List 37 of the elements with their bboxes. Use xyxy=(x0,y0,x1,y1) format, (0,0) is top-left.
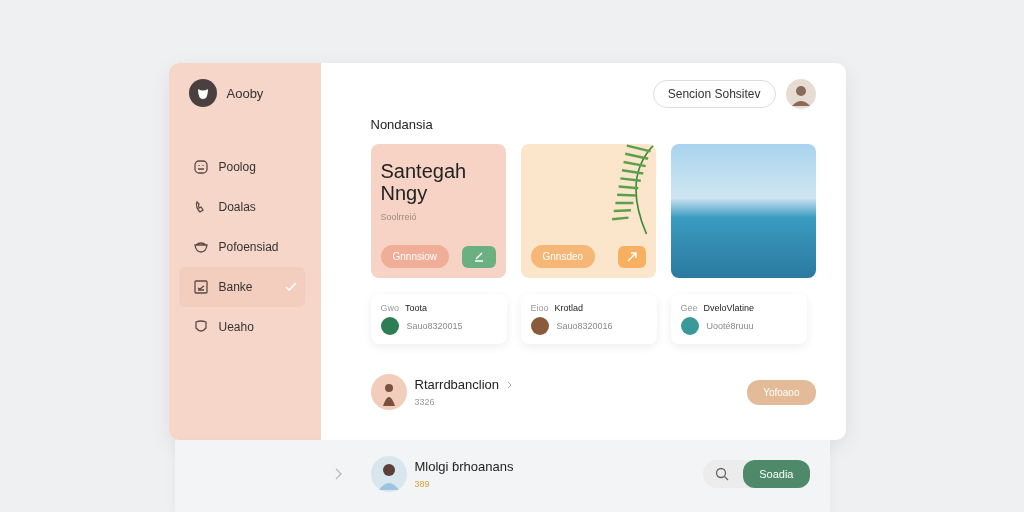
sidebar-item[interactable]: Doalas xyxy=(178,187,305,227)
contact-detail: Sauo8320016 xyxy=(556,321,613,331)
card-subtitle: Soolrreió xyxy=(380,212,418,222)
logo-icon xyxy=(188,79,217,107)
row-name: Mlolgi ɓrhoanans xyxy=(414,459,514,474)
chevron-icon xyxy=(507,380,514,389)
edit-icon xyxy=(472,250,485,263)
inbox-icon xyxy=(192,279,209,295)
avatar-icon xyxy=(370,374,407,410)
check-icon xyxy=(284,282,297,292)
row-name: Rtarrdbanclion xyxy=(414,377,500,392)
bowl-icon xyxy=(192,239,209,255)
section-title: Nondansia xyxy=(370,117,434,132)
avatar-icon xyxy=(370,456,407,492)
sidebar-item[interactable]: Banke xyxy=(178,267,305,307)
search-icon[interactable] xyxy=(715,467,730,481)
sidebar-item[interactable]: Poolog xyxy=(178,147,305,187)
account-button[interactable]: Sencion Sohsitev xyxy=(652,80,776,108)
contact-detail: Uooté8ruuu xyxy=(706,321,754,331)
card-tag: Eioo xyxy=(530,303,549,313)
chevron-icon xyxy=(334,468,343,480)
contact-name: DveloVlatine xyxy=(703,303,755,313)
contact-name: Krotlad xyxy=(554,303,584,313)
face-icon xyxy=(192,159,209,175)
sidebar-item[interactable]: Ueaho xyxy=(178,307,305,347)
card-tag: Gwo xyxy=(380,303,399,313)
diagonal-arrow-icon xyxy=(625,250,638,263)
avatar-icon[interactable] xyxy=(785,79,816,109)
contact-name: Toota xyxy=(405,303,428,313)
contact-detail: Sauo8320015 xyxy=(406,321,463,331)
row-count: 389 xyxy=(414,479,431,489)
row-count: 3326 xyxy=(414,397,436,407)
card-title: Santegah Nngy xyxy=(380,160,468,204)
sidebar-item[interactable]: Pofoensiad xyxy=(178,227,305,267)
row-button[interactable]: Soadia xyxy=(743,460,810,488)
card-tag: Gee xyxy=(680,303,698,313)
brand-name: Aooby xyxy=(226,85,264,101)
